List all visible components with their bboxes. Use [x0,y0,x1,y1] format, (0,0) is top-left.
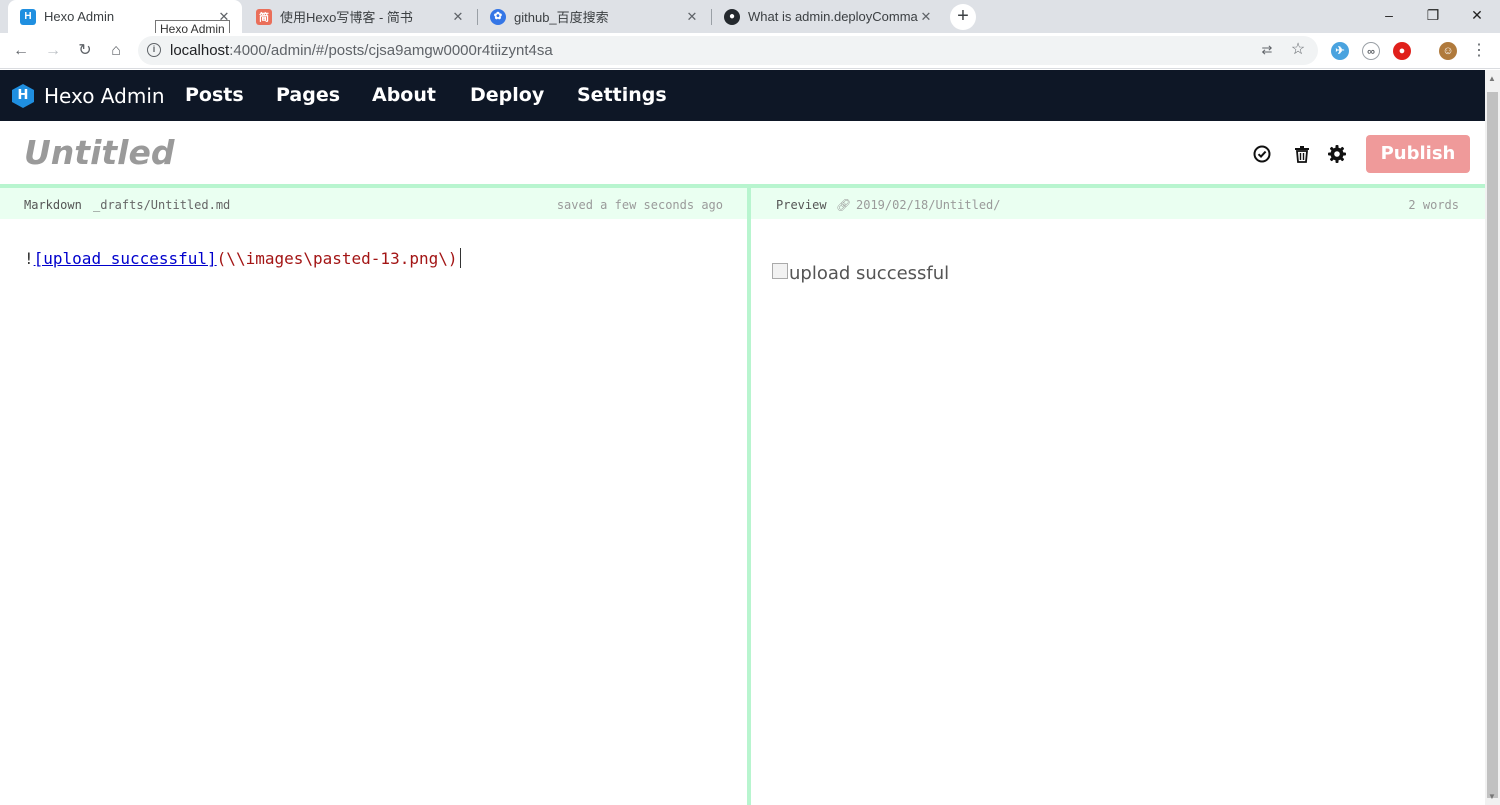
avatar[interactable]: ☺ [1439,42,1457,60]
preview-mode-label: Preview [776,198,827,212]
broken-image-icon [772,263,788,279]
close-tab-icon[interactable]: ✕ [918,9,934,25]
baidu-paw-icon: ✿ [490,8,506,25]
markdown-mode-label: Markdown [24,198,82,212]
tab-github[interactable]: ● What is admin.deployComman ✕ [712,0,944,33]
close-tab-icon[interactable]: ✕ [684,9,700,25]
jianshu-icon: 简 [256,8,272,25]
hexo-logo-icon: H [12,84,34,108]
page-scrollbar[interactable]: ▲ ▼ [1485,70,1500,805]
browser-toolbar: ← → ↻ ⌂ i localhost:4000/admin/#/posts/c… [0,33,1500,69]
close-tab-icon[interactable]: ✕ [450,9,466,25]
nav-about[interactable]: About [372,84,436,106]
text-cursor [459,248,461,268]
markdown-header: Markdown _drafts/Untitled.md saved a few… [0,188,747,219]
address-bar[interactable]: i localhost:4000/admin/#/posts/cjsa9amgw… [138,36,1318,65]
tab-title: What is admin.deployComman [748,9,918,24]
image-bang: ! [24,249,34,268]
markdown-link-text: [upload successful] [33,249,217,268]
preview-image: upload successful [772,263,949,284]
tab-baidu[interactable]: ✿ github_百度搜索 ✕ [478,0,710,33]
preview-header: Preview 🔗︎ 2019/02/18/Untitled/ 2 words [751,188,1485,219]
publish-button[interactable]: Publish [1366,135,1470,173]
scroll-up-icon[interactable]: ▲ [1488,74,1496,83]
app-navbar: H Hexo Admin Posts Pages About Deploy Se… [0,70,1485,121]
translate-icon[interactable]: ⇄ [1255,38,1279,62]
minimize-button[interactable]: – [1366,0,1412,30]
github-icon: ● [724,8,740,25]
tab-title: github_百度搜索 [514,10,609,25]
nav-deploy[interactable]: Deploy [470,84,544,106]
markdown-editor[interactable]: ![upload successful](\\images\pasted-13.… [24,248,461,268]
post-title-input[interactable]: Untitled [24,133,174,172]
nav-pages[interactable]: Pages [276,84,340,106]
bookmark-star-icon[interactable]: ☆ [1286,38,1310,62]
scrollbar-thumb[interactable] [1487,92,1498,798]
restore-button[interactable]: ❐ [1410,0,1456,30]
hexo-icon: H [20,8,36,25]
pane-divider[interactable] [747,184,751,805]
extension-feather-icon[interactable]: ✈ [1331,42,1349,60]
menu-kebab-icon[interactable]: ⋮ [1467,39,1491,63]
tab-jianshu[interactable]: 简 使用Hexo写博客 - 简书 ✕ [244,0,476,33]
permalink[interactable]: 2019/02/18/Untitled/ [856,198,1001,212]
close-window-button[interactable]: ✕ [1454,0,1500,30]
brand-name: Hexo Admin [44,84,165,108]
nav-settings[interactable]: Settings [577,84,667,106]
forward-arrow-icon[interactable]: → [41,39,65,63]
back-arrow-icon[interactable]: ← [9,39,33,63]
trash-icon[interactable] [1292,144,1312,164]
brand-link[interactable]: H Hexo Admin [12,84,165,108]
nav-posts[interactable]: Posts [185,84,244,106]
gear-icon[interactable] [1327,144,1347,164]
new-tab-button[interactable]: + [950,4,976,30]
extension-adblock-icon[interactable]: ● [1393,42,1411,60]
word-count: 2 words [1408,198,1459,212]
link-icon: 🔗︎ [836,198,852,212]
extension-sync-icon[interactable]: ∞ [1362,42,1380,60]
image-alt-text: upload successful [789,263,950,284]
editor-header: Untitled Publish [0,121,1485,185]
file-path: _drafts/Untitled.md [93,198,231,212]
tab-title: 使用Hexo写博客 - 简书 [280,10,413,25]
scroll-down-icon[interactable]: ▼ [1488,792,1496,801]
markdown-link-url: (\\images\pasted-13.png\) [216,249,458,268]
check-circle-icon[interactable] [1252,144,1272,164]
url-text[interactable]: localhost:4000/admin/#/posts/cjsa9amgw00… [170,42,553,59]
site-info-icon[interactable]: i [147,43,161,57]
reload-icon[interactable]: ↻ [73,39,97,63]
home-icon[interactable]: ⌂ [104,39,128,63]
save-status: saved a few seconds ago [556,198,723,212]
